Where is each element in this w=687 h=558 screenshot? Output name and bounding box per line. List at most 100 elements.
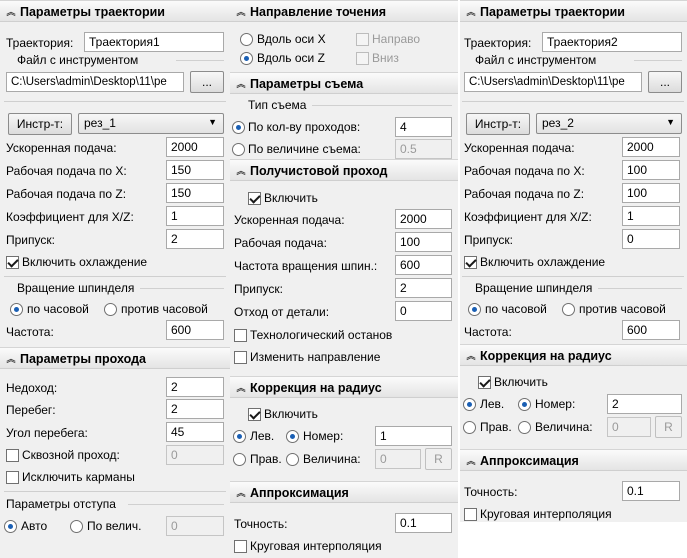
overshoot-field[interactable] bbox=[166, 399, 224, 419]
radius-size-field[interactable] bbox=[375, 449, 421, 469]
rapid-feed-label: Ускоренная подача: bbox=[464, 141, 575, 155]
along-z-radio[interactable] bbox=[240, 52, 253, 65]
rapid-feed-field[interactable] bbox=[622, 137, 680, 157]
by-value-radio[interactable] bbox=[70, 520, 83, 533]
by-size-field[interactable] bbox=[395, 139, 452, 159]
tool-select[interactable]: рез_1 ▼ bbox=[78, 113, 224, 134]
along-x-label: Вдоль оси X bbox=[257, 32, 326, 46]
undershoot-field[interactable] bbox=[166, 377, 224, 397]
traj-params-header[interactable]: ︽ Параметры траектории bbox=[0, 0, 230, 22]
radius-number-radio[interactable] bbox=[286, 430, 299, 443]
feed-z-field[interactable] bbox=[166, 183, 224, 203]
by-passes-radio[interactable] bbox=[232, 121, 245, 134]
counterclockwise-radio[interactable] bbox=[562, 303, 575, 316]
tool-button[interactable]: Инстр-т: bbox=[8, 113, 72, 135]
precision-field[interactable] bbox=[395, 513, 452, 533]
downward-checkbox[interactable] bbox=[356, 52, 369, 65]
tool-file-path-field[interactable] bbox=[6, 72, 184, 92]
traj-params-header-2[interactable]: ︽ Параметры траектории bbox=[460, 0, 687, 22]
rightward-checkbox[interactable] bbox=[356, 33, 369, 46]
cooling-checkbox[interactable] bbox=[464, 256, 477, 269]
circular-interp-checkbox[interactable] bbox=[464, 508, 477, 521]
file-group-label: Файл с инструментом bbox=[17, 53, 139, 67]
coef-field[interactable] bbox=[622, 206, 680, 226]
radius-r-button[interactable]: R bbox=[425, 448, 452, 470]
radius-number-radio[interactable] bbox=[518, 398, 531, 411]
semi-feed-field[interactable] bbox=[395, 232, 452, 252]
radius-size-radio[interactable] bbox=[518, 421, 531, 434]
group-line bbox=[140, 288, 224, 289]
tool-select[interactable]: рез_2 ▼ bbox=[536, 113, 682, 134]
browse-button[interactable]: ... bbox=[190, 71, 224, 93]
semi-allowance-field[interactable] bbox=[395, 278, 452, 298]
allowance-field[interactable] bbox=[622, 229, 680, 249]
rightward-label: Направо bbox=[372, 32, 421, 46]
radius-correction-header[interactable]: ︽ Коррекция на радиус bbox=[230, 376, 458, 398]
along-x-radio[interactable] bbox=[240, 33, 253, 46]
separator bbox=[4, 276, 226, 277]
clockwise-label: по часовой bbox=[485, 302, 547, 316]
by-value-field[interactable] bbox=[166, 516, 224, 536]
by-size-radio[interactable] bbox=[232, 143, 245, 156]
tool-file-path-field[interactable] bbox=[464, 72, 642, 92]
direction-header[interactable]: ︽ Направление точения bbox=[230, 0, 458, 22]
radius-number-field[interactable] bbox=[375, 426, 452, 446]
clockwise-radio[interactable] bbox=[10, 303, 23, 316]
semi-finish-header[interactable]: ︽ Получистовой проход bbox=[230, 159, 458, 181]
trajectory-name-field[interactable] bbox=[542, 32, 682, 52]
radius-right-label: Прав. bbox=[250, 452, 282, 466]
chevron-down-icon: ▼ bbox=[208, 117, 217, 127]
radius-r-button[interactable]: R bbox=[655, 416, 682, 438]
semi-enable-checkbox[interactable] bbox=[248, 192, 261, 205]
frequency-field[interactable] bbox=[166, 320, 224, 340]
pass-params-header[interactable]: ︽ Параметры прохода bbox=[0, 347, 230, 369]
coef-field[interactable] bbox=[166, 206, 224, 226]
trajectory-label: Траектория: bbox=[464, 36, 532, 50]
approximation-header[interactable]: ︽ Аппроксимация bbox=[230, 481, 458, 503]
retract-group-label: Параметры отступа bbox=[6, 497, 116, 511]
feed-x-field[interactable] bbox=[622, 160, 680, 180]
trajectory-name-field[interactable] bbox=[84, 32, 224, 52]
feed-x-field[interactable] bbox=[166, 160, 224, 180]
radius-number-field[interactable] bbox=[607, 394, 682, 414]
collapse-chevron-icon: ︽ bbox=[236, 488, 246, 498]
radius-enable-checkbox[interactable] bbox=[248, 408, 261, 421]
circular-interp-checkbox[interactable] bbox=[234, 540, 247, 553]
group-line bbox=[598, 288, 682, 289]
radius-left-radio[interactable] bbox=[233, 430, 246, 443]
allowance-field[interactable] bbox=[166, 229, 224, 249]
semi-speed-field[interactable] bbox=[395, 255, 452, 275]
auto-label: Авто bbox=[21, 519, 48, 533]
cooling-checkbox[interactable] bbox=[6, 256, 19, 269]
clockwise-radio[interactable] bbox=[468, 303, 481, 316]
overshoot-angle-field[interactable] bbox=[166, 422, 224, 442]
radius-correction-header-2[interactable]: ︽ Коррекция на радиус bbox=[460, 344, 687, 366]
radius-size-field[interactable] bbox=[607, 417, 651, 437]
collapse-chevron-icon: ︽ bbox=[466, 351, 476, 361]
counterclockwise-radio[interactable] bbox=[104, 303, 117, 316]
radius-right-radio[interactable] bbox=[463, 421, 476, 434]
tech-stop-checkbox[interactable] bbox=[234, 329, 247, 342]
auto-radio[interactable] bbox=[4, 520, 17, 533]
change-direction-checkbox[interactable] bbox=[234, 351, 247, 364]
tool-button[interactable]: Инстр-т: bbox=[466, 113, 530, 135]
radius-size-label: Величина: bbox=[303, 452, 361, 466]
radius-size-radio[interactable] bbox=[286, 453, 299, 466]
exclude-pockets-checkbox[interactable] bbox=[6, 471, 19, 484]
by-passes-field[interactable] bbox=[395, 117, 452, 137]
through-pass-field[interactable] bbox=[166, 445, 224, 465]
radius-right-radio[interactable] bbox=[233, 453, 246, 466]
feed-z-field[interactable] bbox=[622, 183, 680, 203]
through-pass-checkbox[interactable] bbox=[6, 449, 19, 462]
approximation-header-2[interactable]: ︽ Аппроксимация bbox=[460, 449, 687, 471]
semi-rapid-field[interactable] bbox=[395, 209, 452, 229]
removal-params-header[interactable]: ︽ Параметры съема bbox=[230, 72, 458, 94]
browse-button[interactable]: ... bbox=[648, 71, 682, 93]
frequency-field[interactable] bbox=[622, 320, 680, 340]
precision-field[interactable] bbox=[622, 481, 680, 501]
coef-label: Коэффициент для X/Z: bbox=[464, 210, 592, 224]
radius-left-radio[interactable] bbox=[463, 398, 476, 411]
semi-offset-field[interactable] bbox=[395, 301, 452, 321]
radius-enable-checkbox[interactable] bbox=[478, 376, 491, 389]
rapid-feed-field[interactable] bbox=[166, 137, 224, 157]
